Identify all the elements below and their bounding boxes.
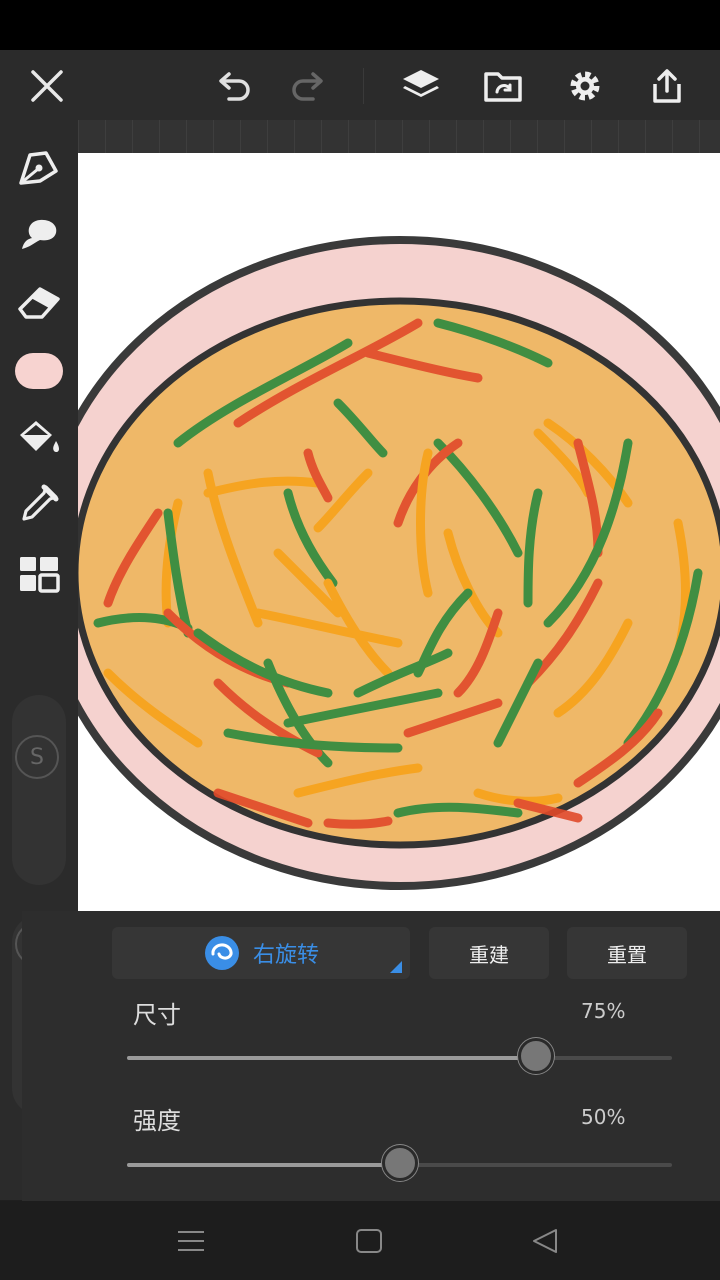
size-slider-fill bbox=[127, 1056, 536, 1060]
size-slider-thumb[interactable] bbox=[517, 1038, 554, 1074]
menu-icon[interactable] bbox=[175, 1225, 207, 1257]
import-icon[interactable] bbox=[480, 63, 526, 109]
eyedropper-icon[interactable] bbox=[13, 478, 65, 530]
size-value: 75% bbox=[581, 999, 626, 1023]
dropdown-corner-icon bbox=[390, 961, 402, 973]
layers-icon[interactable] bbox=[398, 63, 444, 109]
size-label: 尺寸 bbox=[133, 1001, 181, 1029]
ruler bbox=[78, 120, 720, 153]
brush-settings-panel: 右旋转 重建 重置 尺寸 75% 强度 50% bbox=[22, 911, 720, 1201]
size-slider[interactable] bbox=[127, 1038, 672, 1074]
drawing-canvas[interactable] bbox=[78, 153, 720, 911]
strength-value: 50% bbox=[581, 1105, 626, 1129]
eraser-icon[interactable] bbox=[13, 276, 65, 328]
close-icon[interactable] bbox=[24, 63, 70, 109]
rotate-icon bbox=[204, 936, 239, 970]
artwork-plate bbox=[78, 236, 720, 890]
smudge-icon[interactable] bbox=[13, 208, 65, 260]
strength-label: 强度 bbox=[133, 1107, 181, 1135]
top-toolbar bbox=[0, 50, 720, 120]
rebuild-button[interactable]: 重建 bbox=[429, 927, 549, 979]
rotation-mode-label: 右旋转 bbox=[252, 943, 319, 968]
strength-slider[interactable] bbox=[127, 1145, 672, 1181]
share-icon[interactable] bbox=[644, 63, 690, 109]
fill-icon[interactable] bbox=[13, 410, 65, 462]
status-bar bbox=[0, 0, 720, 50]
home-icon[interactable] bbox=[353, 1225, 385, 1257]
reset-button[interactable]: 重置 bbox=[567, 927, 687, 979]
size-knob[interactable]: S bbox=[15, 735, 59, 779]
undo-icon[interactable] bbox=[212, 63, 258, 109]
grid-icon[interactable] bbox=[13, 548, 65, 600]
brush-size-slider[interactable] bbox=[12, 695, 66, 885]
strength-slider-thumb[interactable] bbox=[381, 1145, 418, 1181]
redo-icon[interactable] bbox=[284, 63, 330, 109]
toolbar-divider bbox=[363, 68, 364, 104]
pen-icon[interactable] bbox=[13, 140, 65, 192]
strength-slider-fill bbox=[127, 1163, 400, 1167]
color-swatch[interactable] bbox=[15, 353, 63, 389]
settings-icon[interactable] bbox=[562, 63, 608, 109]
rotation-mode-dropdown[interactable]: 右旋转 bbox=[112, 927, 410, 979]
system-nav-bar bbox=[0, 1201, 720, 1280]
back-icon[interactable] bbox=[530, 1225, 562, 1257]
